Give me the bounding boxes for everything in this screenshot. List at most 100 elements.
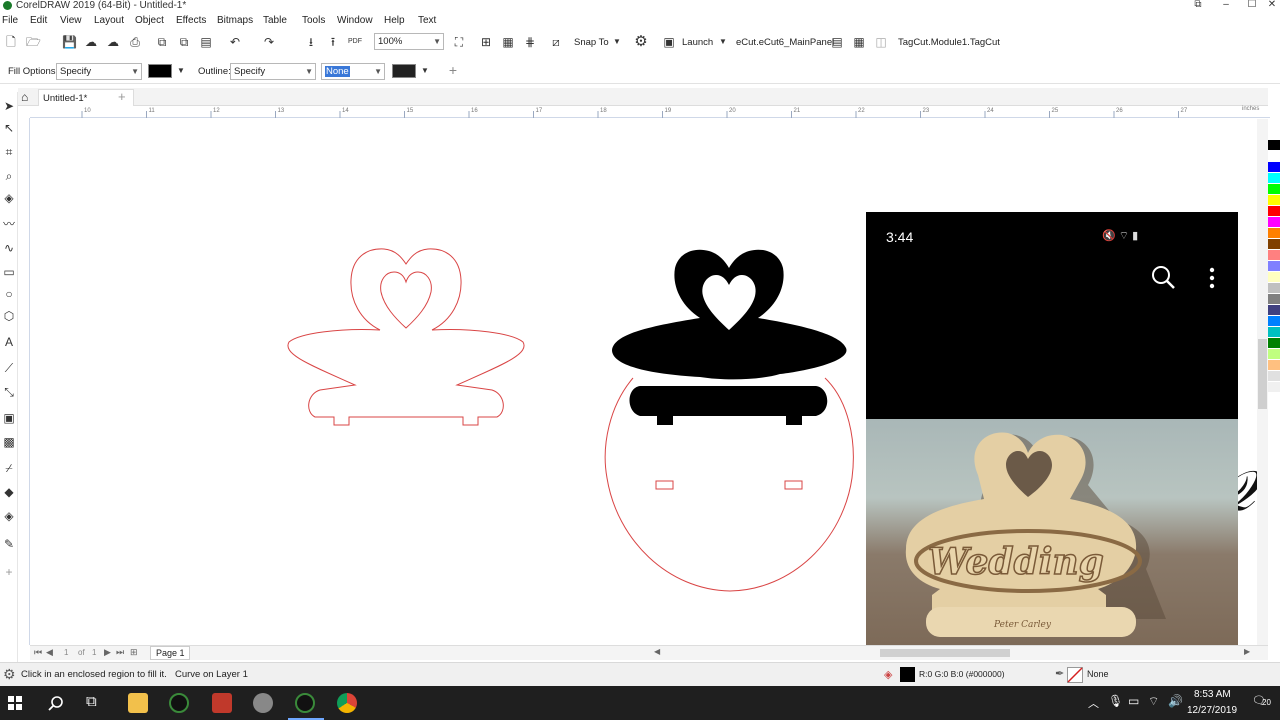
microphone-icon[interactable]: 🎙 (1108, 694, 1123, 708)
palette-swatch[interactable] (1268, 217, 1280, 228)
text-tool-icon[interactable]: A (1, 334, 17, 350)
palette-swatch[interactable] (1268, 371, 1280, 382)
battery-icon[interactable]: ▭ (1128, 694, 1139, 708)
palette-swatch[interactable] (1268, 305, 1280, 316)
palette-swatch[interactable] (1268, 250, 1280, 261)
clock-date[interactable]: 12/27/2019 (1187, 705, 1237, 716)
macro-record-icon[interactable]: ▤ (830, 35, 844, 49)
new-document-icon[interactable]: 🗋 (4, 35, 18, 49)
rectangle-tool-icon[interactable]: ▭ (1, 264, 17, 280)
maximize-button[interactable]: ☐ (1242, 0, 1262, 11)
rulers-icon[interactable]: ⊞ (479, 35, 493, 49)
add-tool-icon[interactable]: + (1, 564, 17, 580)
calendar-icon[interactable]: ▦ (852, 35, 866, 49)
clock-time[interactable]: 8:53 AM (1194, 689, 1231, 700)
paste-icon[interactable]: ▤ (199, 35, 213, 49)
tagcut-button[interactable]: TagCut.Module1.TagCut (898, 37, 1000, 48)
launch-label[interactable]: Launch (682, 37, 713, 48)
zoom-tool-icon[interactable]: ⌕ (1, 168, 17, 184)
launch-icon[interactable]: ▣ (662, 35, 676, 49)
palette-swatch[interactable] (1268, 294, 1280, 305)
search-icon[interactable] (48, 695, 64, 711)
guidelines-icon[interactable]: ⋕ (523, 35, 537, 49)
outlined-heart-stand[interactable] (287, 248, 525, 426)
menu-effects[interactable]: Effects (176, 15, 206, 26)
palette-swatch[interactable] (1268, 272, 1280, 283)
cloud-icon[interactable]: ☁ (84, 35, 98, 49)
palette-swatch[interactable] (1268, 173, 1280, 184)
outline-width-combo[interactable]: None ▼ (321, 63, 385, 80)
menu-edit[interactable]: Edit (30, 15, 47, 26)
vertical-scrollbar-thumb[interactable] (1258, 339, 1267, 409)
outline-width-value[interactable]: None (325, 66, 350, 77)
open-icon[interactable]: 🗁 (26, 35, 41, 49)
chrome-icon[interactable] (337, 693, 357, 713)
new-tab-icon[interactable]: + (118, 89, 126, 104)
snap-chevron-icon[interactable]: ▼ (610, 35, 624, 49)
menu-table[interactable]: Table (263, 15, 287, 26)
scroll-right-icon[interactable]: ▶ (1244, 647, 1250, 656)
fill-options-combo[interactable]: Specify ▼ (56, 63, 142, 80)
palette-swatch[interactable] (1268, 151, 1280, 162)
minimize-button[interactable]: – (1216, 0, 1236, 11)
next-page-icon[interactable]: ▶ (104, 647, 111, 658)
launch-chevron-icon[interactable]: ▼ (716, 35, 730, 49)
save-icon[interactable]: 💾 (62, 35, 77, 49)
macro-icon[interactable]: ◫ (874, 35, 888, 49)
scroll-left-icon[interactable]: ◀ (654, 647, 660, 656)
fill-color-chevron-icon[interactable]: ▼ (174, 64, 188, 78)
export-icon[interactable]: ⭱ (326, 35, 340, 49)
no-outline-icon[interactable] (1067, 667, 1083, 683)
color-palette[interactable] (1268, 140, 1280, 630)
menu-view[interactable]: View (60, 15, 82, 26)
freehand-tool-icon[interactable]: 〰 (1, 216, 17, 232)
zoom-level-combo[interactable]: 100% ▼ (374, 33, 444, 50)
ellipse-tool-icon[interactable]: ○ (1, 286, 17, 302)
pick-tool-icon[interactable]: ➤ (1, 98, 17, 114)
wifi-icon[interactable]: ⌔ (1148, 694, 1159, 709)
task-view-icon[interactable]: ⧉ (86, 693, 97, 710)
options-gear-icon[interactable]: ⚙ (634, 34, 648, 49)
palette-swatch[interactable] (1268, 283, 1280, 294)
ecut-panel-button[interactable]: eCut.eCut6_MainPanel (736, 37, 834, 48)
artistic-media-tool-icon[interactable]: ∿ (1, 240, 17, 256)
menu-window[interactable]: Window (337, 15, 373, 26)
menu-layout[interactable]: Layout (94, 15, 124, 26)
add-property-icon[interactable]: + (446, 63, 460, 77)
volume-icon[interactable]: 🔊 (1168, 694, 1183, 708)
outline-color-swatch[interactable] (392, 64, 416, 78)
filled-heart-stand[interactable] (612, 249, 847, 425)
vertical-scrollbar[interactable] (1257, 119, 1268, 645)
menu-file[interactable]: File (2, 15, 18, 26)
windows-start-icon[interactable] (8, 696, 22, 710)
outline-combo[interactable]: Specify ▼ (230, 63, 316, 80)
polygon-tool-icon[interactable]: ⬡ (1, 308, 17, 324)
previous-page-icon[interactable]: ◀ (46, 647, 53, 658)
eyedropper-tool-icon[interactable]: ⌿ (1, 460, 17, 476)
home-icon[interactable]: ⌂ (21, 90, 28, 104)
cut-icon[interactable]: ⧉ (155, 35, 169, 49)
snap-to-label[interactable]: Snap To (574, 37, 609, 48)
palette-swatch[interactable] (1268, 239, 1280, 250)
grid-icon[interactable]: ▦ (501, 35, 515, 49)
fill-color-swatch[interactable] (148, 64, 172, 78)
coreldraw-active-icon[interactable] (295, 693, 315, 713)
drop-shadow-tool-icon[interactable]: ▣ (1, 410, 17, 426)
redo-icon[interactable]: ↷ (262, 35, 276, 49)
parallel-dimension-tool-icon[interactable]: ⟋ (1, 360, 17, 376)
crop-tool-icon[interactable]: ⌗ (1, 144, 17, 160)
phone-more-icon[interactable] (1208, 266, 1216, 290)
palette-swatch[interactable] (1268, 261, 1280, 272)
smart-fill-active-icon[interactable]: ◈ (1, 508, 17, 524)
status-gear-icon[interactable]: ⚙ (3, 666, 16, 683)
menu-object[interactable]: Object (135, 15, 164, 26)
palette-swatch[interactable] (1268, 195, 1280, 206)
add-page-icon[interactable]: ⊞ (130, 647, 138, 658)
palette-swatch[interactable] (1268, 382, 1280, 393)
palette-swatch[interactable] (1268, 360, 1280, 371)
tray-chevron-icon[interactable]: ︿ (1088, 695, 1099, 711)
app-s-icon[interactable] (212, 693, 232, 713)
horizontal-scrollbar-thumb[interactable] (880, 649, 1010, 657)
copy-icon[interactable]: ⧉ (177, 35, 191, 49)
palette-swatch[interactable] (1268, 206, 1280, 217)
